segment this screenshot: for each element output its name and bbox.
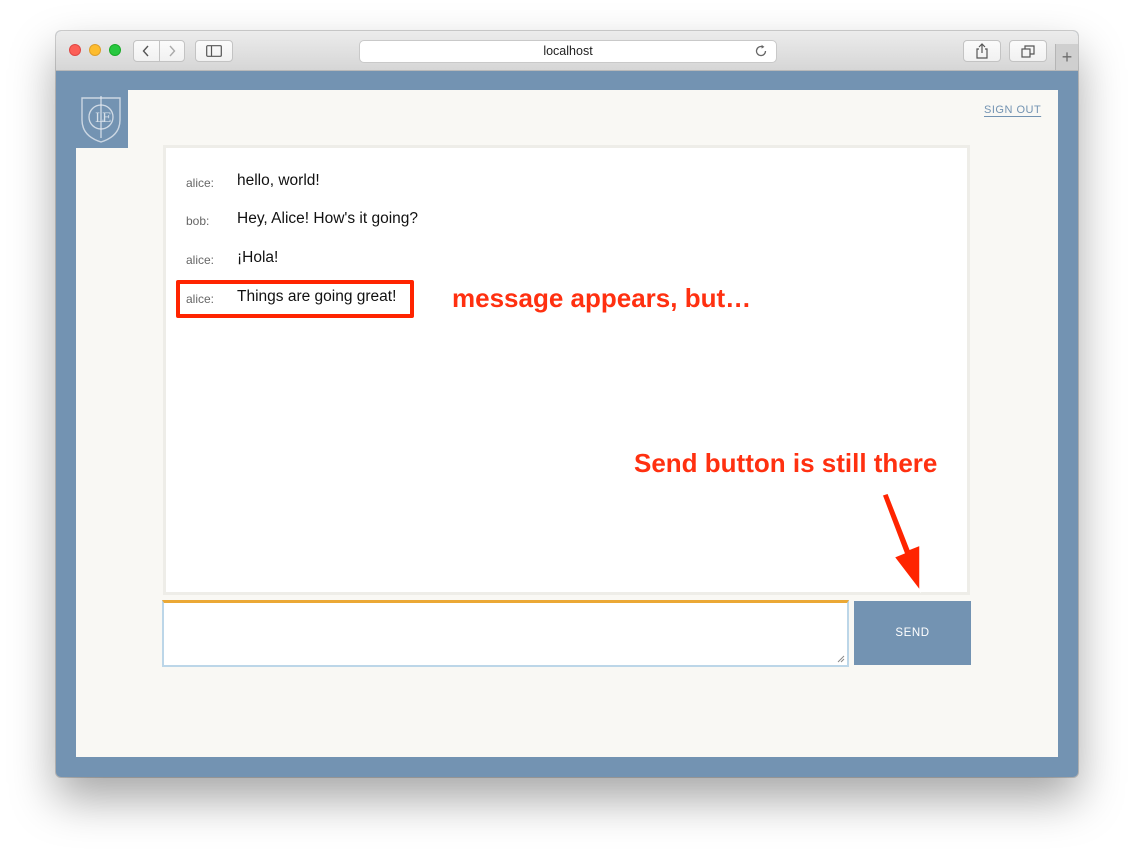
tabs-overview-button[interactable] — [1009, 40, 1047, 62]
sidebar-icon — [206, 45, 222, 57]
forward-button[interactable] — [160, 41, 185, 61]
address-bar[interactable]: localhost — [359, 40, 777, 63]
back-button[interactable] — [134, 41, 159, 61]
tabs-icon — [1021, 44, 1035, 58]
url-text: localhost — [543, 44, 593, 58]
title-bar: localhost + — [56, 31, 1078, 71]
minimize-window-button[interactable] — [89, 44, 101, 56]
reload-icon[interactable] — [754, 44, 768, 58]
arrow-icon — [881, 493, 921, 593]
chevron-left-icon — [142, 45, 149, 57]
message-author: alice: — [186, 176, 215, 190]
message-text: hello, world! — [237, 172, 320, 189]
sidebar-toggle-button[interactable] — [195, 40, 233, 62]
browser-window: localhost + L E SIGN OUT alice: hello, w… — [56, 31, 1078, 777]
new-tab-button[interactable]: + — [1055, 44, 1078, 70]
sign-out-link[interactable]: SIGN OUT — [984, 104, 1041, 116]
message-author: alice: — [186, 253, 215, 267]
plus-icon: + — [1061, 47, 1073, 67]
share-icon — [976, 43, 988, 59]
message-text: ¡Hola! — [237, 249, 279, 266]
resize-handle-icon[interactable] — [837, 655, 845, 663]
share-button[interactable] — [963, 40, 1001, 62]
navigation-buttons — [133, 40, 185, 62]
shield-logo-icon: L E — [81, 96, 121, 143]
annotation-message-note: message appears, but… — [452, 283, 752, 313]
zoom-window-button[interactable] — [109, 44, 121, 56]
svg-text:E: E — [102, 111, 112, 126]
logo[interactable]: L E — [74, 90, 128, 148]
message-input[interactable] — [162, 600, 849, 667]
send-button[interactable]: SEND — [854, 601, 971, 665]
chevron-right-icon — [169, 45, 176, 57]
highlight-box — [176, 280, 414, 318]
message-author: bob: — [186, 214, 210, 228]
annotation-send-note: Send button is still there — [634, 448, 938, 478]
message-text: Hey, Alice! How's it going? — [237, 210, 419, 227]
close-window-button[interactable] — [69, 44, 81, 56]
